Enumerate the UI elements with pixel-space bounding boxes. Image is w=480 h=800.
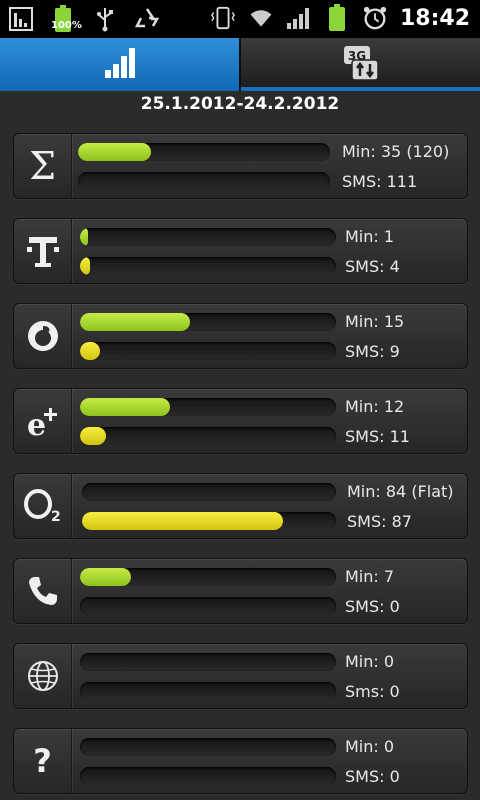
minutes-bar	[80, 568, 336, 586]
sms-bar-fill	[82, 512, 283, 530]
minutes-bar-fill	[80, 228, 88, 246]
minutes-label: Min: 7	[345, 567, 395, 586]
minutes-label: Min: 84 (Flat)	[347, 482, 454, 501]
list-item-phone[interactable]: Min: 7 SMS: 0	[13, 558, 468, 624]
question-icon: ?	[14, 729, 72, 793]
svg-text:e: e	[27, 408, 46, 439]
minutes-label: Min: 15	[345, 312, 405, 331]
minutes-label: Min: 0	[345, 737, 395, 756]
sms-label: SMS: 11	[345, 427, 410, 446]
minutes-bar	[82, 483, 336, 501]
sigma-icon: Σ	[14, 134, 72, 198]
list-item-internet[interactable]: Min: 0 Sms: 0	[13, 643, 468, 709]
sms-bar-fill	[80, 257, 91, 275]
minutes-label: Min: 0	[345, 652, 395, 671]
eplus-icon: e	[14, 389, 72, 453]
signal-graph-icon	[8, 5, 34, 33]
sms-bar	[80, 257, 336, 275]
3g-data-icon: 3G	[343, 45, 379, 85]
vibrate-icon	[210, 4, 236, 32]
clock-time: 18:42	[399, 5, 470, 31]
sms-label: SMS: 0	[345, 597, 400, 616]
minutes-label: Min: 12	[345, 397, 405, 416]
minutes-label: Min: 35 (120)	[342, 142, 450, 161]
minutes-bar-fill	[80, 313, 191, 331]
list-item-vodafone[interactable]: Min: 15 SMS: 9	[13, 303, 468, 369]
sms-label: SMS: 111	[342, 172, 418, 191]
date-range: 25.1.2012-24.2.2012	[140, 94, 340, 114]
tab-bar: 3G	[0, 38, 480, 91]
sms-bar	[80, 597, 336, 615]
sms-bar	[80, 767, 336, 785]
battery-icon	[324, 4, 350, 32]
tab-data-3g[interactable]: 3G	[239, 38, 480, 91]
vodafone-icon	[14, 304, 72, 368]
list-item-total[interactable]: Σ Min: 35 (120) SMS: 111	[13, 133, 468, 199]
minutes-label: Min: 1	[345, 227, 395, 246]
sms-bar	[82, 512, 336, 530]
svg-text:2: 2	[51, 509, 61, 524]
alarm-clock-icon	[362, 4, 388, 32]
bar-chart-icon	[103, 46, 137, 84]
minutes-bar	[80, 398, 336, 416]
minutes-bar	[80, 228, 336, 246]
sms-label: Sms: 0	[345, 682, 400, 701]
list-item-unknown[interactable]: ? Min: 0 SMS: 0	[13, 728, 468, 794]
usb-icon	[92, 5, 118, 33]
battery-percent: 100%	[51, 20, 82, 31]
list-item-eplus[interactable]: e Min: 12 SMS: 11	[13, 388, 468, 454]
sms-label: SMS: 0	[345, 767, 400, 786]
minutes-bar	[80, 653, 336, 671]
sms-bar-fill	[80, 342, 101, 360]
sms-label: SMS: 87	[347, 512, 412, 531]
o2-icon: 2	[14, 474, 72, 538]
minutes-bar	[80, 738, 336, 756]
status-bar: 100% 18:42	[0, 0, 480, 38]
sms-bar	[80, 682, 336, 700]
tab-usage-stats[interactable]	[0, 38, 239, 91]
recycle-icon	[134, 5, 160, 33]
t-mobile-icon	[14, 219, 72, 283]
phone-icon	[14, 559, 72, 623]
sms-bar	[78, 172, 330, 190]
list-item-o2[interactable]: 2 Min: 84 (Flat) SMS: 87	[13, 473, 468, 539]
minutes-bar	[80, 313, 336, 331]
sms-label: SMS: 4	[345, 257, 400, 276]
globe-icon	[14, 644, 72, 708]
minutes-bar-fill	[78, 143, 152, 161]
minutes-bar	[78, 143, 330, 161]
sms-label: SMS: 9	[345, 342, 400, 361]
sms-bar-fill	[80, 427, 106, 445]
list-item-t-mobile[interactable]: Min: 1 SMS: 4	[13, 218, 468, 284]
sms-bar	[80, 342, 336, 360]
minutes-bar-fill	[80, 398, 170, 416]
sms-bar	[80, 427, 336, 445]
minutes-bar-fill	[80, 568, 132, 586]
wifi-icon	[248, 4, 274, 32]
cell-signal-icon	[286, 4, 312, 32]
